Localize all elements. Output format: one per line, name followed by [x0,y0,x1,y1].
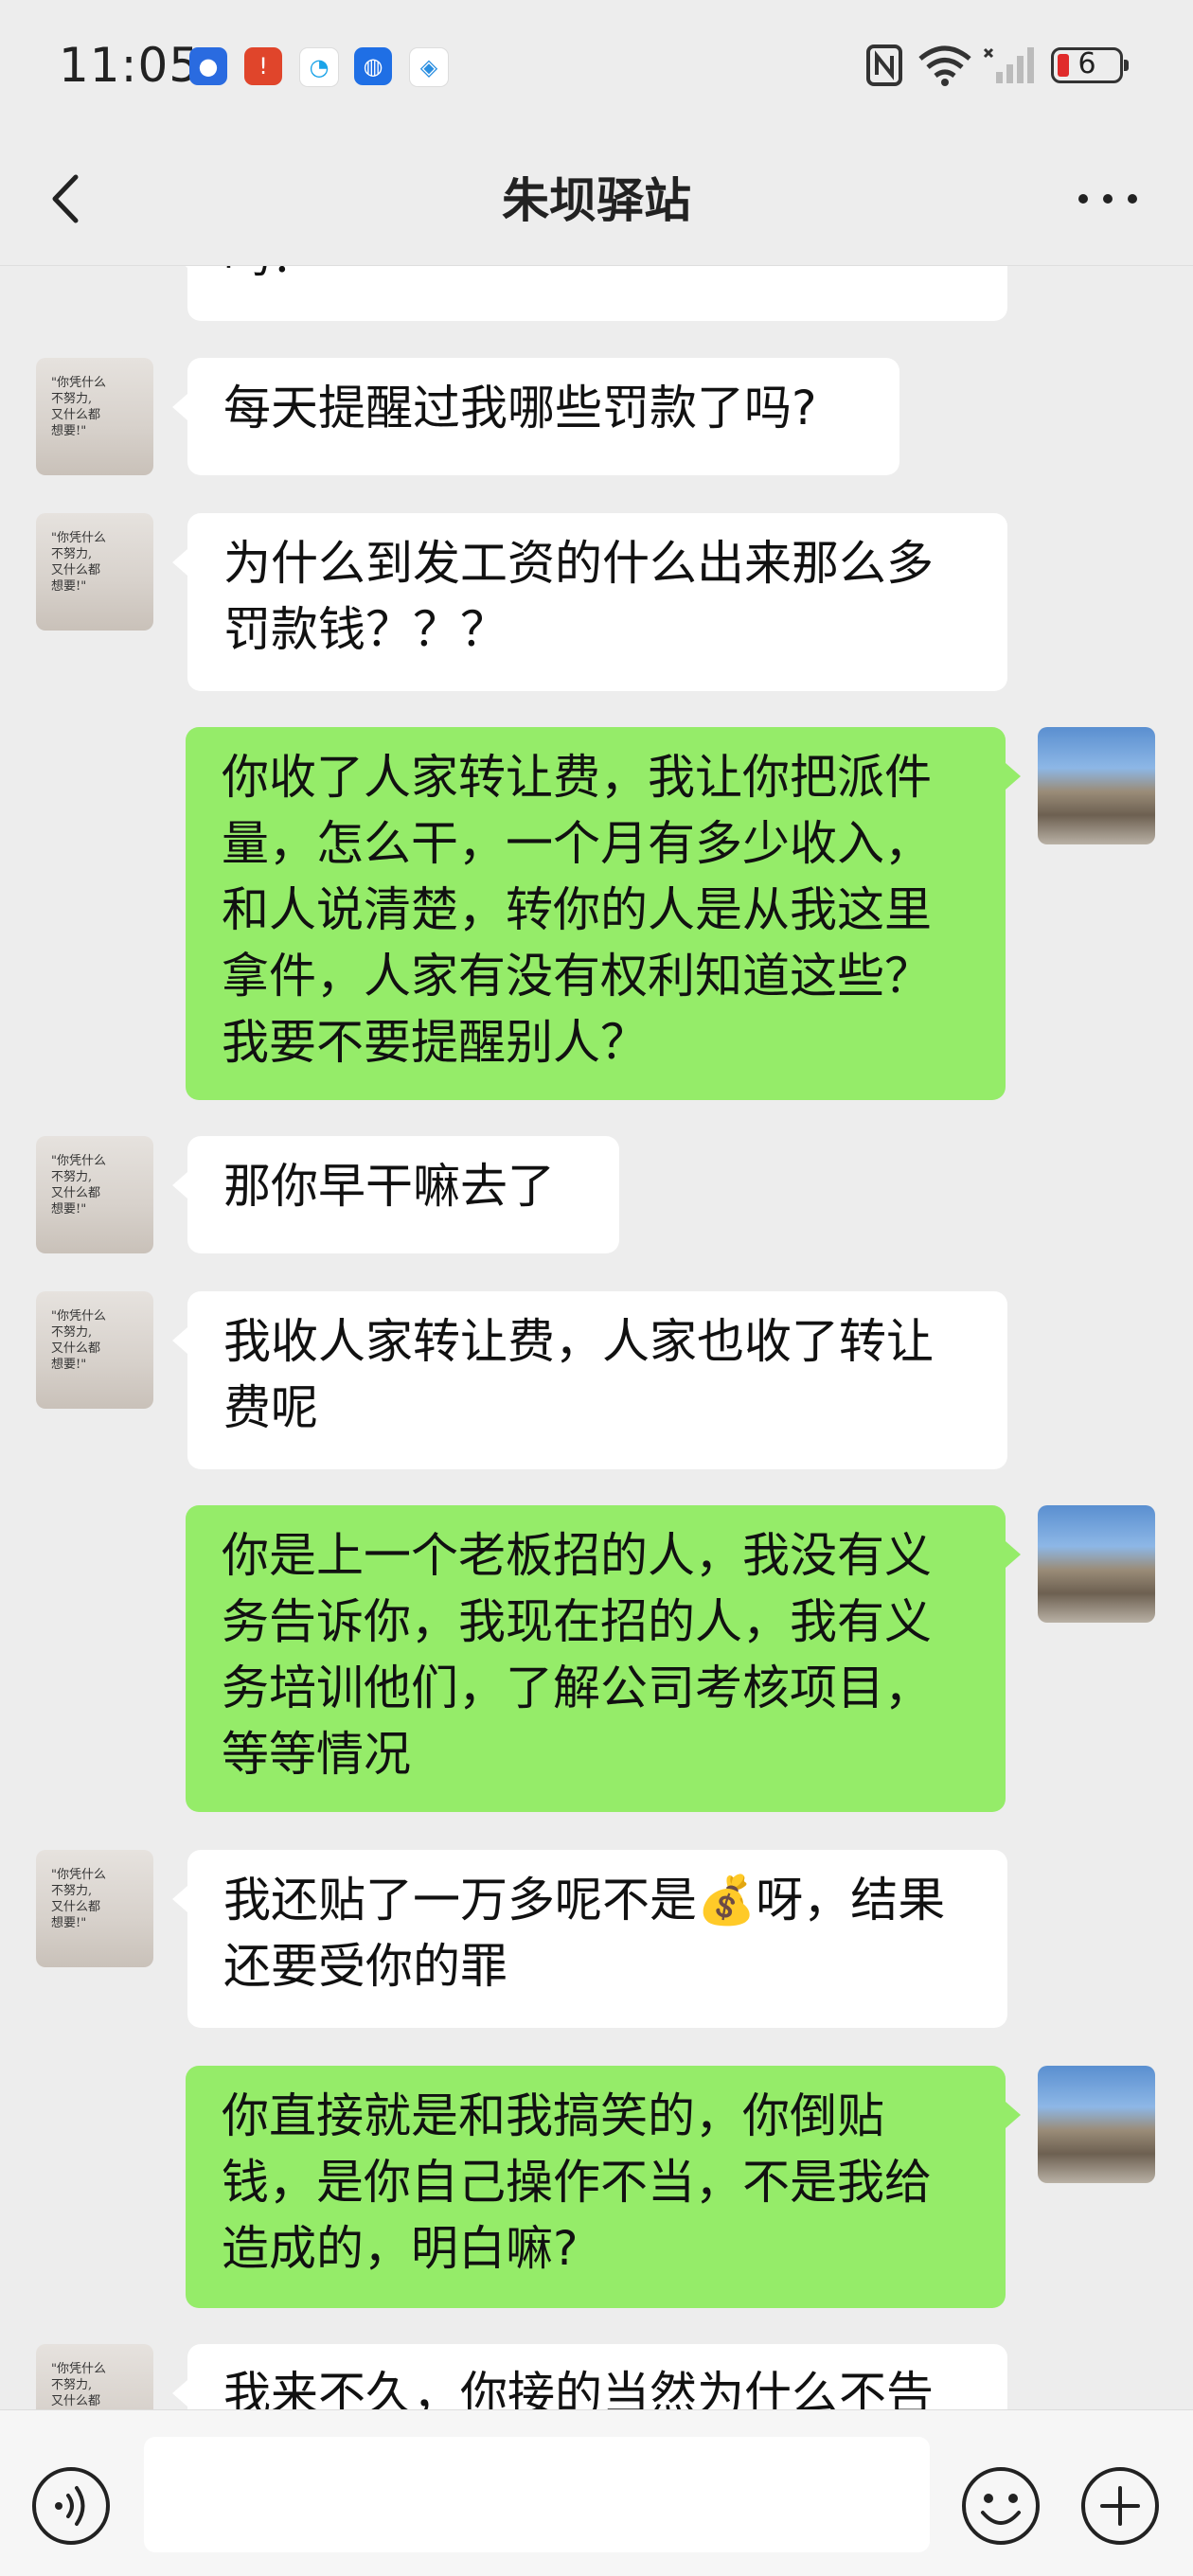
browser-icon: ◈ [409,47,449,87]
message-text: 我还贴了一万多呢不是💰呀，结果还要受你的罪 [223,1873,946,1994]
baidu-icon: ● [189,47,227,85]
avatar[interactable]: "你凭什么不努力,又什么都想要!" [36,358,153,475]
message-list[interactable]: 吗？ "你凭什么不努力,又什么都想要!" 每天提醒过我哪些罚款了吗? "你凭什么… [0,266,1193,2409]
chat-title: 朱坝驿站 [502,173,691,228]
avatar[interactable]: "你凭什么不努力,又什么都想要!" [36,2344,153,2409]
wifi-icon [918,45,971,86]
battery-indicator: 6 [1051,47,1129,83]
lightbulb-icon: ◍ [354,47,392,85]
status-bar: 11:05 ● ! ◔ ◍ ◈ 6 [0,0,1193,133]
message-text: 你是上一个老板招的人，我没有义务告诉你，我现在招的人，我有义务培训他们，了解公司… [222,1528,932,1782]
message-text: 吗？ [223,266,318,283]
message-text: 那你早干嘛去了 [223,1159,555,1214]
avatar[interactable] [1038,2066,1155,2183]
avatar[interactable]: "你凭什么不努力,又什么都想要!" [36,1850,153,1967]
avatar[interactable] [1038,727,1155,844]
message-text: 每天提醒过我哪些罚款了吗? [223,381,817,435]
avatar[interactable]: "你凭什么不努力,又什么都想要!" [36,1136,153,1253]
message-bubble-incoming[interactable]: 我还贴了一万多呢不是💰呀，结果还要受你的罪 [172,1850,1007,2028]
avatar[interactable] [1038,1505,1155,1623]
message-bubble-incoming[interactable]: 我来不久，你接的当然为什么不告 [172,2344,1007,2409]
avatar[interactable]: "你凭什么不努力,又什么都想要!" [36,513,153,631]
status-time: 11:05 [59,38,201,93]
emoji-icon[interactable] [960,2465,1042,2547]
message-bubble-incoming[interactable]: 吗？ [172,266,1007,321]
message-bubble-outgoing[interactable]: 你是上一个老板招的人，我没有义务告诉你，我现在招的人，我有义务培训他们，了解公司… [186,1505,1021,1812]
message-text: 你直接就是和我搞笑的，你倒贴钱，是你自己操作不当，不是我给造成的，明白嘛? [222,2088,932,2276]
voice-icon[interactable] [30,2465,112,2547]
message-text: 为什么到发工资的什么出来那么多罚款钱？？？ [223,536,934,657]
signal-icon [983,47,1034,83]
message-text: 你收了人家转让费，我让你把派件量，怎么干，一个月有多少收入，和人说清楚，转你的人… [222,750,932,1070]
message-bubble-outgoing[interactable]: 你收了人家转让费，我让你把派件量，怎么干，一个月有多少收入，和人说清楚，转你的人… [186,727,1021,1100]
input-bar [0,2409,1193,2576]
battery-alert-icon: ! [244,47,282,85]
message-bubble-incoming[interactable]: 每天提醒过我哪些罚款了吗? [172,358,899,475]
message-bubble-incoming[interactable]: 为什么到发工资的什么出来那么多罚款钱？？？ [172,513,1007,691]
avatar[interactable]: "你凭什么不努力,又什么都想要!" [36,1291,153,1409]
plus-icon[interactable] [1079,2465,1161,2547]
message-bubble-incoming[interactable]: 我收人家转让费，人家也收了转让费呢 [172,1291,1007,1469]
more-icon[interactable] [1070,180,1146,218]
chat-header: 朱坝驿站 [0,133,1193,266]
nfc-icon [866,44,902,86]
message-bubble-outgoing[interactable]: 你直接就是和我搞笑的，你倒贴钱，是你自己操作不当，不是我给造成的，明白嘛? [186,2066,1021,2308]
message-bubble-incoming[interactable]: 那你早干嘛去了 [172,1136,619,1253]
message-input[interactable] [144,2437,930,2552]
battery-level: 6 [1077,47,1096,80]
chat-icon: ◔ [299,47,339,87]
message-text: 我来不久，你接的当然为什么不告 [223,2367,934,2409]
message-text: 我收人家转让费，人家也收了转让费呢 [223,1314,934,1435]
